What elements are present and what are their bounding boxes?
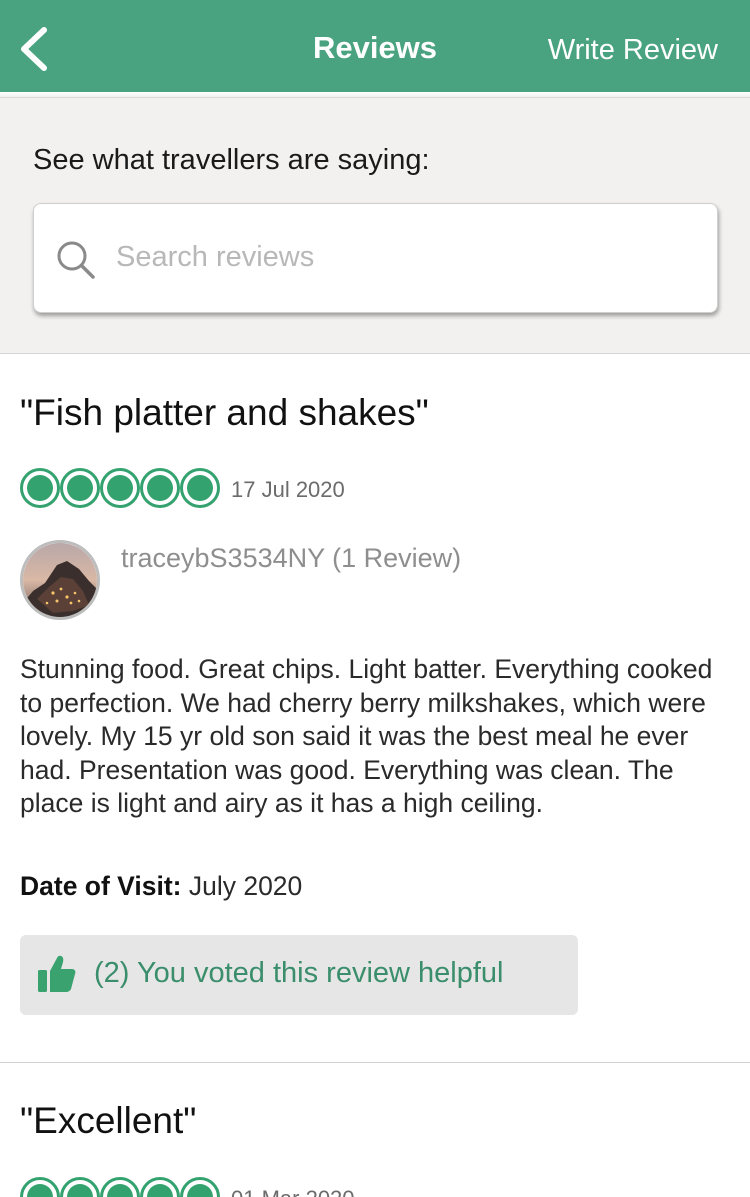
chevron-left-icon (21, 27, 47, 71)
review-date: 01 Mar 2020 (231, 1186, 355, 1197)
review-card: "Excellent" 01 Mar 2020 (0, 1063, 750, 1197)
review-card: "Fish platter and shakes" 17 Jul 2020 tr… (0, 354, 750, 1062)
rating-bubbles (20, 1177, 220, 1197)
review-date: 17 Jul 2020 (231, 477, 345, 502)
rating-bubble-icon (140, 1177, 180, 1197)
search-box[interactable] (33, 203, 718, 313)
reviewer-username[interactable]: traceybS3534NY (1 Review) (121, 543, 461, 574)
rating-bubble-icon (100, 1177, 140, 1197)
helpful-vote-label: (2) You voted this review helpful (94, 957, 504, 989)
review-title[interactable]: "Excellent" (20, 1100, 196, 1142)
search-input[interactable] (116, 232, 696, 282)
rating-bubble-icon (20, 468, 60, 508)
date-of-visit-label: Date of Visit: (20, 871, 182, 901)
review-title[interactable]: "Fish platter and shakes" (20, 392, 429, 434)
rating-bubble-icon (180, 468, 220, 508)
avatar-photo-icon (23, 543, 97, 617)
rating-bubble-icon (180, 1177, 220, 1197)
helpful-vote-button[interactable]: (2) You voted this review helpful (20, 935, 578, 1015)
rating-bubble-icon (20, 1177, 60, 1197)
search-icon (57, 241, 95, 279)
search-heading: See what travellers are saying: (33, 144, 430, 176)
write-review-button[interactable]: Write Review (548, 34, 718, 67)
search-section: See what travellers are saying: (0, 98, 750, 354)
review-text: Stunning food. Great chips. Light batter… (20, 654, 713, 818)
back-button[interactable] (14, 26, 54, 72)
date-of-visit-value: July 2020 (181, 871, 303, 901)
date-of-visit: Date of Visit: July 2020 (20, 871, 302, 902)
rating-bubble-icon (100, 468, 140, 508)
rating-bubbles (20, 468, 220, 508)
rating-bubble-icon (140, 468, 180, 508)
rating-bubble-icon (60, 468, 100, 508)
avatar[interactable] (20, 540, 100, 620)
thumbs-up-icon (38, 955, 76, 992)
top-bar: Reviews Write Review (0, 0, 750, 92)
rating-bubble-icon (60, 1177, 100, 1197)
